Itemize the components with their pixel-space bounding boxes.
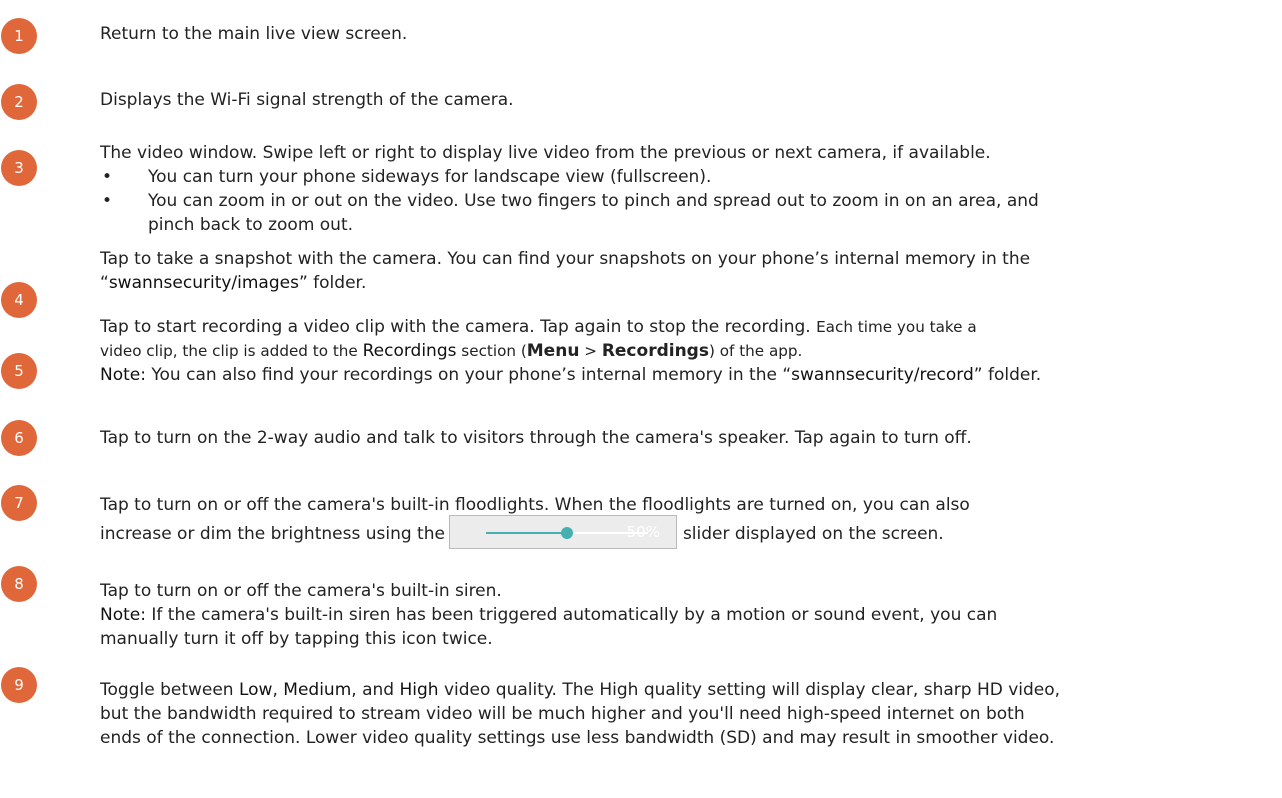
step-number-badge-4: 4 <box>1 282 37 318</box>
step-number-badge-8: 8 <box>1 566 37 602</box>
folder-path: swannsecurity/record <box>791 365 974 385</box>
step-5-description: Tap to start recording a video clip with… <box>100 317 1042 385</box>
step-number-badge-6: 6 <box>1 420 37 456</box>
bullet-zoom: You can zoom in or out on the video. Use… <box>100 189 1275 213</box>
folder-path: swannsecurity/images <box>108 273 299 293</box>
slider-percent: 50% <box>626 523 660 541</box>
step-number-badge-9: 9 <box>1 667 37 703</box>
step-2-description: Displays the Wi-Fi signal strength of th… <box>100 90 514 110</box>
step-6-description: Tap to turn on the 2-way audio and talk … <box>100 428 972 448</box>
brightness-slider: 50% <box>448 515 677 549</box>
slider-knob <box>560 527 573 539</box>
step-9-description: Toggle between Low, Medium, and High vid… <box>100 680 1061 748</box>
bullet-zoom-continued: pinch back to zoom out. <box>148 215 354 235</box>
slider-fill <box>485 532 567 534</box>
step-number-badge-2: 2 <box>1 84 37 120</box>
step-number-badge-7: 7 <box>1 485 37 521</box>
step-4-description: Tap to take a snapshot with the camera. … <box>100 249 1031 293</box>
step-8-description: Tap to turn on or off the camera's built… <box>100 581 998 649</box>
step-number-badge-3: 3 <box>1 150 37 186</box>
step-number-badge-1: 1 <box>1 18 37 54</box>
note-label: Note: <box>100 365 146 385</box>
step-number-badge-5: 5 <box>1 353 37 389</box>
step-1-description: Return to the main live view screen. <box>100 24 408 44</box>
step-3-description: The video window. Swipe left or right to… <box>100 141 1275 237</box>
step-7-description: Tap to turn on or off the camera's built… <box>100 493 1275 551</box>
bullet-landscape: You can turn your phone sideways for lan… <box>100 165 1275 189</box>
note-label: Note: <box>100 605 146 625</box>
